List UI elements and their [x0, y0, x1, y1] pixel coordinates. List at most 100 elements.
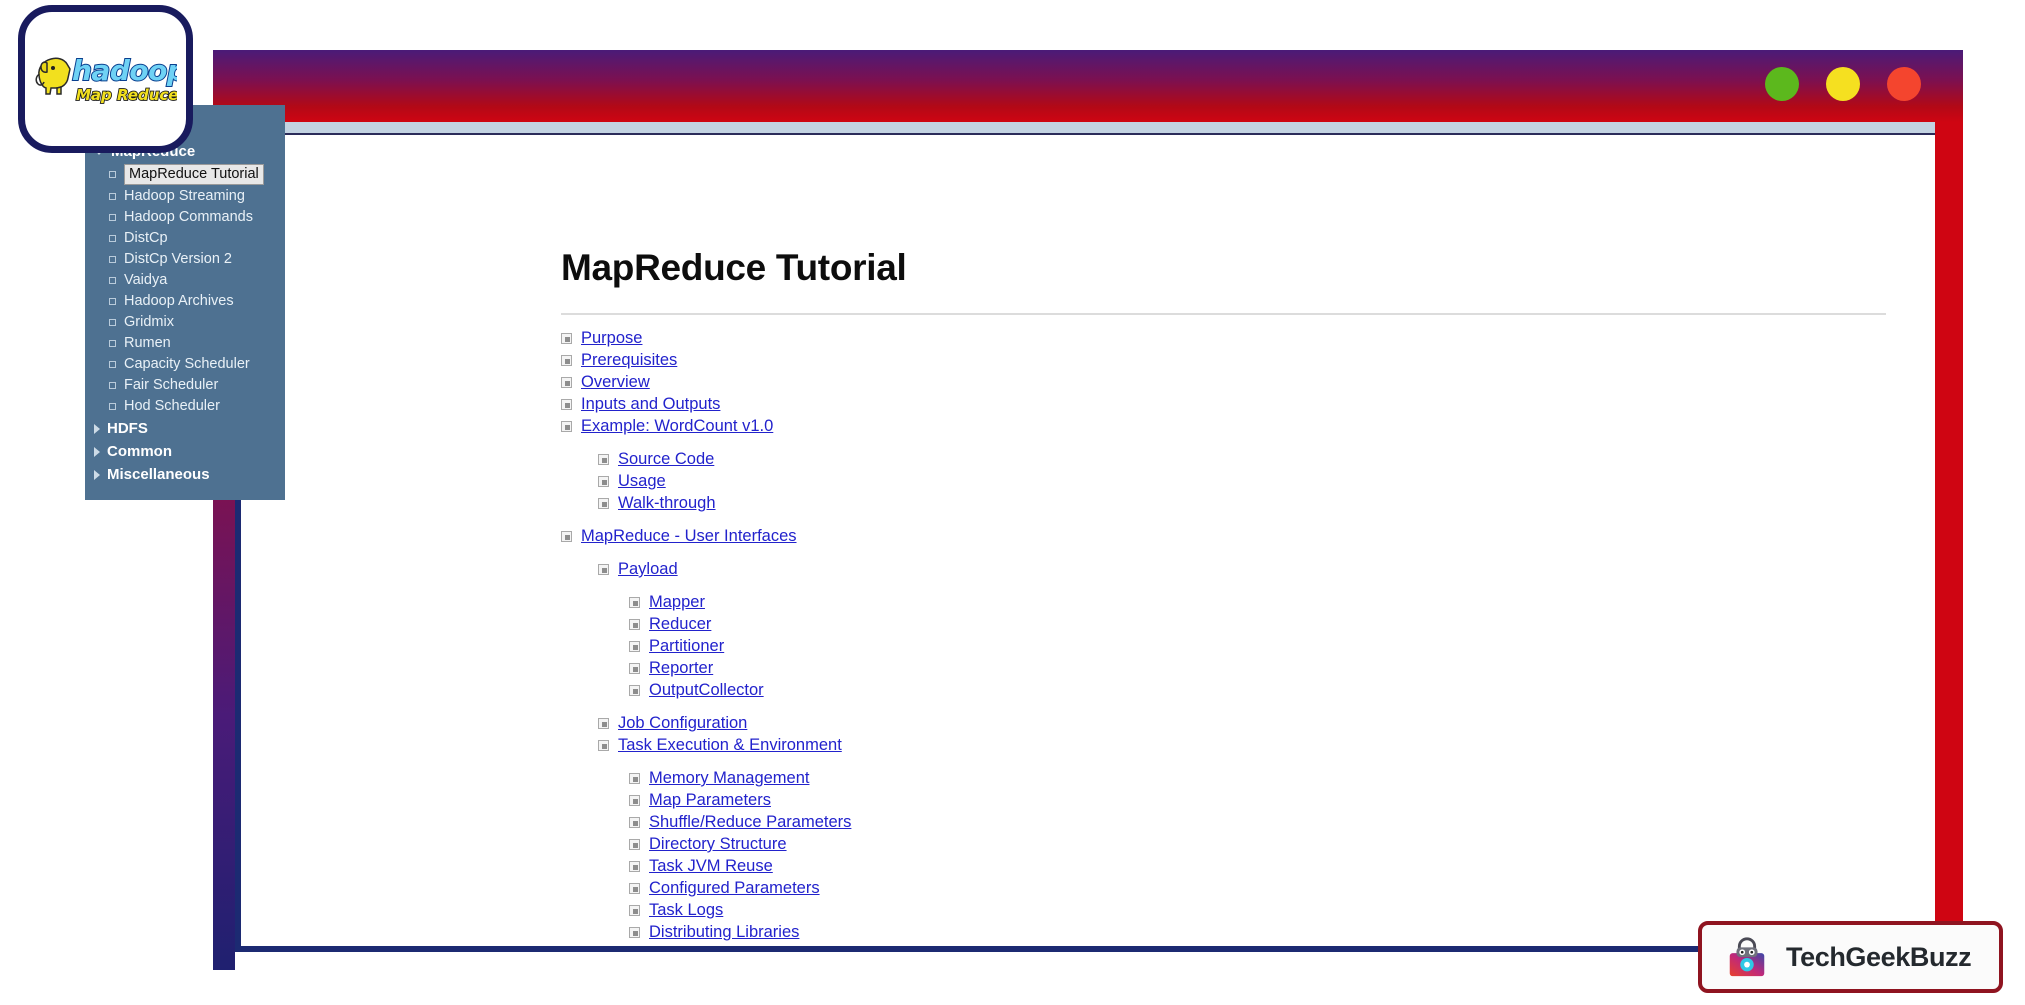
toc-bullet-icon: [561, 332, 572, 344]
bullet-square-icon: [109, 171, 116, 178]
sidebar-item-distcp-version-2[interactable]: DistCp Version 2: [85, 249, 285, 270]
hadoop-logo-icon: hadoop Map Reduce: [34, 53, 177, 105]
toc-bullet-icon: [629, 816, 640, 828]
toc-row: Reducer: [629, 613, 1891, 635]
sidebar-item-hadoop-commands[interactable]: Hadoop Commands: [85, 207, 285, 228]
sidebar-group-hdfs[interactable]: HDFS: [85, 417, 285, 440]
toc-link-task-execution-environment[interactable]: Task Execution & Environment: [618, 734, 842, 756]
toc-link-inputs-and-outputs[interactable]: Inputs and Outputs: [581, 393, 720, 415]
toc-link-map-parameters[interactable]: Map Parameters: [649, 789, 771, 811]
sidebar-item-hadoop-streaming[interactable]: Hadoop Streaming: [85, 186, 285, 207]
sidebar-item-label: Hadoop Streaming: [124, 188, 245, 204]
toc-link-mapper[interactable]: Mapper: [649, 591, 705, 613]
toc-row: Payload: [598, 558, 1891, 580]
toc-link-mapreduce-user-interfaces[interactable]: MapReduce - User Interfaces: [581, 525, 797, 547]
toc-link-distributing-libraries[interactable]: Distributing Libraries: [649, 921, 799, 943]
toc-link-memory-management[interactable]: Memory Management: [649, 767, 809, 789]
toc-row: Directory Structure: [629, 833, 1891, 855]
toc-link-directory-structure[interactable]: Directory Structure: [649, 833, 787, 855]
toc-link-reporter[interactable]: Reporter: [649, 657, 713, 679]
toc-link-reducer[interactable]: Reducer: [649, 613, 711, 635]
bullet-square-icon: [109, 298, 116, 305]
toc-bullet-icon: [561, 420, 572, 432]
toc-link-task-jvm-reuse[interactable]: Task JVM Reuse: [649, 855, 773, 877]
bullet-square-icon: [109, 214, 116, 221]
content-canvas: MapReduce Tutorial Purpose Prerequisites O…: [235, 137, 1935, 952]
sidebar-item-fair-scheduler[interactable]: Fair Scheduler: [85, 375, 285, 396]
maximize-button[interactable]: [1826, 67, 1860, 101]
toc-link-payload[interactable]: Payload: [618, 558, 678, 580]
toc-link-job-configuration[interactable]: Job Configuration: [618, 712, 747, 734]
toc-link-task-logs[interactable]: Task Logs: [649, 899, 723, 921]
toc-row: Overview: [561, 371, 1891, 393]
toc-link-source-code[interactable]: Source Code: [618, 448, 714, 470]
sidebar-navigation: ted MapReduceMapReduce TutorialHadoop St…: [85, 105, 285, 500]
minimize-button[interactable]: [1765, 67, 1799, 101]
sidebar-group-miscellaneous[interactable]: Miscellaneous: [85, 463, 285, 486]
chevron-right-icon: [94, 469, 100, 480]
toc-bullet-icon: [629, 684, 640, 696]
sidebar-item-mapreduce-tutorial[interactable]: MapReduce Tutorial: [85, 163, 285, 186]
bullet-square-icon: [109, 235, 116, 242]
sidebar-item-label: Gridmix: [124, 314, 174, 330]
sidebar-item-rumen[interactable]: Rumen: [85, 333, 285, 354]
bullet-square-icon: [109, 256, 116, 263]
toc-link-overview[interactable]: Overview: [581, 371, 650, 393]
toc-link-purpose[interactable]: Purpose: [581, 327, 642, 349]
sidebar-item-label: Capacity Scheduler: [124, 356, 250, 372]
toc-row: Task Execution & Environment: [598, 734, 1891, 756]
sidebar-item-label: Hadoop Commands: [124, 209, 253, 225]
techgeekbuzz-logo-icon: [1729, 937, 1765, 977]
toc-row: Map Parameters: [629, 789, 1891, 811]
sidebar-item-label: Hod Scheduler: [124, 398, 220, 414]
chevron-right-icon: [94, 423, 100, 434]
techgeekbuzz-watermark: TechGeekBuzz: [1698, 921, 2003, 993]
toc-bullet-icon: [629, 596, 640, 608]
toc-row: Configured Parameters: [629, 877, 1891, 899]
toc-bullet-icon: [629, 618, 640, 630]
close-button[interactable]: [1887, 67, 1921, 101]
toc-bullet-icon: [598, 717, 609, 729]
sidebar-item-label: Vaidya: [124, 272, 168, 288]
toc-link-walk-through[interactable]: Walk-through: [618, 492, 716, 514]
toc-row: Job Configuration: [598, 712, 1891, 734]
toc-link-shuffle-reduce-parameters[interactable]: Shuffle/Reduce Parameters: [649, 811, 851, 833]
sidebar-group-common[interactable]: Common: [85, 440, 285, 463]
chevron-right-icon: [94, 446, 100, 457]
toc-divider: [561, 313, 1886, 315]
toc-row: Mapper: [629, 591, 1891, 613]
sidebar-item-label: Hadoop Archives: [124, 293, 234, 309]
header-underbar: [213, 122, 1963, 135]
toc-bullet-icon: [629, 926, 640, 938]
sidebar-item-vaidya[interactable]: Vaidya: [85, 270, 285, 291]
site-header-banner: [213, 50, 1963, 122]
toc-bullet-icon: [629, 860, 640, 872]
sidebar-group-label: Common: [107, 443, 172, 460]
toc-row: Task JVM Reuse: [629, 855, 1891, 877]
toc-link-partitioner[interactable]: Partitioner: [649, 635, 724, 657]
toc-link-configured-parameters[interactable]: Configured Parameters: [649, 877, 820, 899]
toc-link-outputcollector[interactable]: OutputCollector: [649, 679, 764, 701]
page-title: MapReduce Tutorial: [561, 247, 907, 288]
watermark-label: TechGeekBuzz: [1786, 941, 1972, 972]
sidebar-item-gridmix[interactable]: Gridmix: [85, 312, 285, 333]
bullet-square-icon: [109, 193, 116, 200]
toc-bullet-icon: [629, 882, 640, 894]
toc-link-usage[interactable]: Usage: [618, 470, 666, 492]
article: MapReduce Tutorial Purpose Prerequisites O…: [561, 247, 1891, 946]
sidebar-item-distcp[interactable]: DistCp: [85, 228, 285, 249]
toc-row: Reporter: [629, 657, 1891, 679]
sidebar-item-hadoop-archives[interactable]: Hadoop Archives: [85, 291, 285, 312]
toc-bullet-icon: [598, 475, 609, 487]
toc-row: Shuffle/Reduce Parameters: [629, 811, 1891, 833]
toc-bullet-icon: [629, 904, 640, 916]
sidebar-item-hod-scheduler[interactable]: Hod Scheduler: [85, 396, 285, 417]
window-right-frame: [1935, 122, 1963, 970]
sidebar-item-capacity-scheduler[interactable]: Capacity Scheduler: [85, 354, 285, 375]
toc-link-prerequisites[interactable]: Prerequisites: [581, 349, 677, 371]
toc-bullet-icon: [598, 739, 609, 751]
sidebar-group-label: HDFS: [107, 420, 148, 437]
toc-link-example-wordcount-v1-0[interactable]: Example: WordCount v1.0: [581, 415, 773, 437]
sidebar-item-label: MapReduce Tutorial: [124, 164, 264, 185]
toc-row: Walk-through: [598, 492, 1891, 514]
